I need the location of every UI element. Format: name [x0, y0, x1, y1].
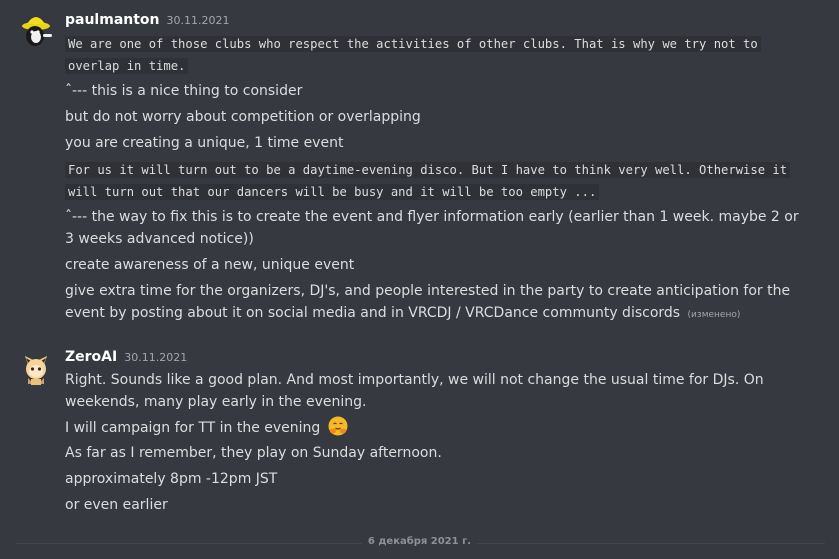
message-line: I will campaign for TT in the evening	[65, 416, 811, 439]
message-line: For us it will turn out to be a daytime-…	[65, 159, 811, 203]
message-line: We are one of those clubs who respect th…	[65, 33, 811, 77]
username[interactable]: paulmanton	[65, 12, 160, 28]
hugging-face-emoji-icon[interactable]	[328, 416, 348, 436]
message-line: create awareness of a new, unique event	[65, 257, 355, 273]
message-timestamp[interactable]: 30.11.2021	[124, 351, 187, 364]
inline-code: We are one of those clubs who respect th…	[65, 36, 761, 74]
message-line: or even earlier	[65, 497, 168, 513]
message-header: ZeroAI 30.11.2021	[65, 349, 187, 365]
message-line: Right. Sounds like a good plan. And most…	[65, 372, 764, 410]
edited-label: (изменено)	[687, 310, 741, 320]
message-line: you are creating a unique, 1 time event	[65, 135, 344, 151]
message-timestamp[interactable]: 30.11.2021	[167, 14, 230, 27]
message-header: paulmanton 30.11.2021	[65, 12, 230, 28]
message-text: I will campaign for TT in the evening	[65, 420, 321, 436]
inline-code: For us it will turn out to be a daytime-…	[65, 162, 791, 200]
message-line: As far as I remember, they play on Sunda…	[65, 445, 442, 461]
date-divider: 6 декабря 2021 г.	[0, 536, 839, 547]
message-line: give extra time for the organizers, DJ's…	[65, 280, 811, 326]
date-divider-label: 6 декабря 2021 г.	[361, 536, 478, 547]
user-avatar[interactable]	[16, 10, 56, 50]
message-text: give extra time for the organizers, DJ's…	[65, 283, 791, 321]
message-line: but do not worry about competition or ov…	[65, 109, 421, 125]
username[interactable]: ZeroAI	[65, 349, 117, 365]
message-line: ˆ--- the way to fix this is to create th…	[65, 209, 799, 247]
user-avatar[interactable]	[16, 348, 56, 388]
avatar-catgirl-icon	[16, 348, 56, 388]
avatar-penguin-icon	[16, 10, 56, 50]
message-line: ˆ--- this is a nice thing to consider	[65, 83, 303, 99]
message-line: approximately 8pm -12pm JST	[65, 471, 278, 487]
